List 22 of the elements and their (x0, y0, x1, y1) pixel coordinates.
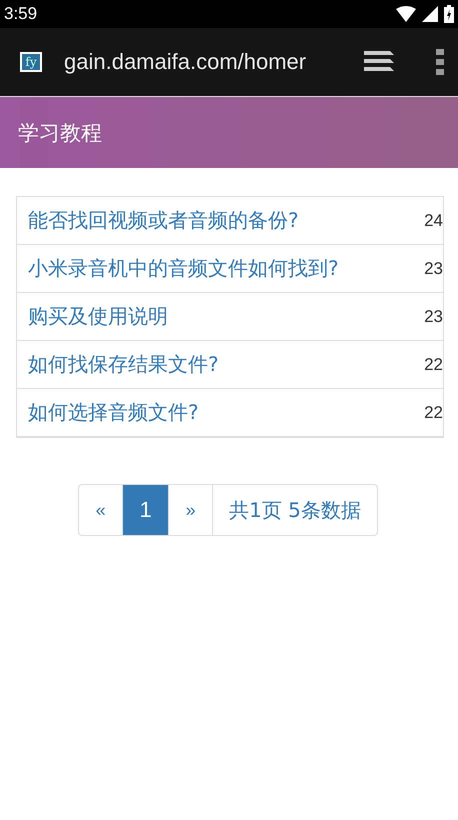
page-button[interactable]: 1 (123, 485, 170, 535)
wifi-icon (396, 6, 416, 22)
view-count: 24 (424, 210, 443, 230)
page-summary: 共1页 5条数据 (228, 496, 362, 524)
article-link[interactable]: 如何找保存结果文件? (28, 351, 424, 378)
article-link[interactable]: 购买及使用说明 (28, 303, 424, 330)
view-count: 22 (424, 354, 443, 374)
more-icon[interactable] (436, 49, 444, 75)
battery-icon (444, 5, 454, 23)
view-count: 22 (424, 402, 443, 422)
page-button[interactable]: » (169, 485, 214, 535)
signal-icon (422, 6, 438, 22)
article-link[interactable]: 如何选择音频文件? (28, 399, 424, 426)
view-count: 23 (424, 306, 443, 326)
article-link[interactable]: 能否找回视频或者音频的备份? (28, 207, 424, 234)
site-favicon: fy (20, 52, 42, 72)
url-text[interactable]: gain.damaifa.com/homer (64, 49, 364, 75)
article-link[interactable]: 小米录音机中的音频文件如何找到? (28, 255, 424, 282)
tabs-icon[interactable] (364, 50, 396, 74)
view-count: 23 (424, 258, 443, 278)
page-title: 学习教程 (18, 120, 102, 146)
status-time: 3:59 (4, 4, 38, 24)
